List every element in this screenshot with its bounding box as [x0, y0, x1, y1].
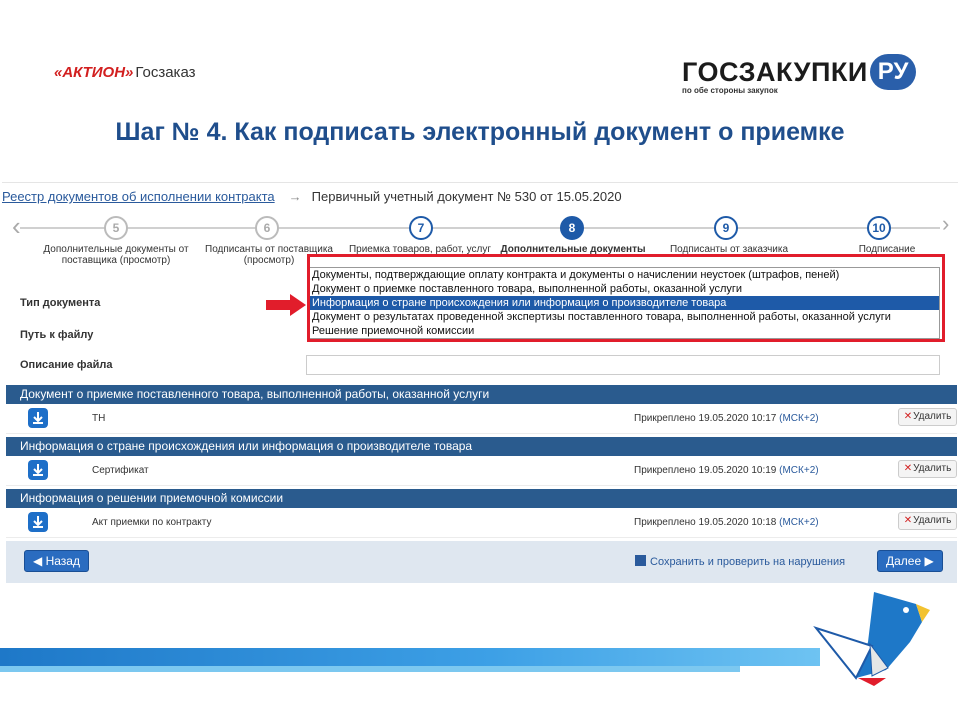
- red-pointer-arrow-icon: [266, 294, 306, 316]
- attached-date-text: Прикреплено 19.05.2020 10:17: [634, 413, 777, 424]
- logo-sub: Госзаказ: [135, 64, 196, 81]
- doc-type-label: Тип документа: [20, 297, 101, 309]
- back-button[interactable]: ◀ Назад: [24, 550, 89, 572]
- save-check-link[interactable]: Сохранить и проверить на нарушения: [635, 555, 845, 568]
- delete-label: Удалить: [913, 411, 952, 422]
- logo-tagline: по обе стороны закупок: [682, 86, 778, 95]
- arrow-right-icon: ▶: [924, 554, 934, 568]
- wizard-step-9[interactable]: 9: [714, 216, 738, 240]
- close-icon: ✕: [903, 515, 913, 526]
- download-icon[interactable]: [28, 408, 48, 428]
- timezone-link[interactable]: (МСК+2): [779, 517, 818, 528]
- file-name[interactable]: Акт приемки по контракту: [92, 517, 211, 528]
- footer-decor-band: [0, 648, 820, 666]
- file-name[interactable]: Сертификат: [92, 465, 149, 476]
- download-icon[interactable]: [28, 460, 48, 480]
- delete-label: Удалить: [913, 515, 952, 526]
- wizard-step-10[interactable]: 10: [867, 216, 891, 240]
- file-desc-label: Описание файла: [20, 359, 113, 371]
- aktion-goszakaz-logo: «АКТИОН» Госзаказ: [54, 64, 196, 81]
- section-header: Документ о приемке поставленного товара,…: [6, 385, 957, 404]
- goszakupki-logo: ГОСЗАКУПКИ РУ по обе стороны закупок: [682, 54, 917, 95]
- arrow-left-icon: ◀: [33, 554, 43, 568]
- attached-date: Прикреплено 19.05.2020 10:19 (МСК+2): [634, 465, 819, 476]
- close-icon: ✕: [903, 463, 913, 474]
- back-label: Назад: [45, 554, 80, 568]
- wizard-step-7[interactable]: 7: [409, 216, 433, 240]
- attached-file-row: ТН Прикреплено 19.05.2020 10:17 (МСК+2) …: [6, 404, 957, 434]
- footer-decor-band-secondary: [0, 666, 740, 672]
- delete-button[interactable]: ✕Удалить: [898, 408, 957, 426]
- eis-screenshot: Реестр документов об исполнении контракт…: [2, 182, 958, 588]
- timezone-link[interactable]: (МСК+2): [779, 413, 818, 424]
- file-desc-input[interactable]: [306, 355, 940, 375]
- breadcrumb-arrow-icon: →: [288, 189, 302, 204]
- section-header: Информация о решении приемочной комиссии: [6, 489, 957, 508]
- timezone-link[interactable]: (МСК+2): [779, 465, 818, 476]
- file-path-label: Путь к файлу: [20, 329, 94, 341]
- slide-title: Шаг № 4. Как подписать электронный докум…: [115, 118, 845, 146]
- chevron-left-icon[interactable]: ‹: [12, 213, 21, 239]
- wizard-progress-line: [20, 227, 940, 229]
- chevron-right-icon[interactable]: ›: [942, 213, 949, 235]
- breadcrumb-current: Первичный учетный документ № 530 от 15.0…: [311, 189, 622, 204]
- next-label: Далее: [886, 554, 922, 568]
- save-label: Сохранить и проверить на нарушения: [650, 556, 846, 568]
- file-name[interactable]: ТН: [92, 413, 105, 424]
- section-header: Информация о стране происхождения или ин…: [6, 437, 957, 456]
- attached-date-text: Прикреплено 19.05.2020 10:19: [634, 465, 777, 476]
- logo-word: ГОСЗАКУПКИ: [682, 56, 868, 87]
- wizard-step-5-label: Дополнительные документы от поставщика (…: [43, 244, 189, 266]
- bird-mascot-icon: [813, 592, 930, 686]
- wizard-step-5[interactable]: 5: [104, 216, 128, 240]
- close-icon: ✕: [903, 411, 913, 422]
- logo-ru-badge: РУ: [869, 54, 917, 90]
- attached-date: Прикреплено 19.05.2020 10:17 (МСК+2): [634, 413, 819, 424]
- save-disk-icon: [635, 555, 646, 566]
- attached-date: Прикреплено 19.05.2020 10:18 (МСК+2): [634, 517, 819, 528]
- attached-file-row: Акт приемки по контракту Прикреплено 19.…: [6, 508, 957, 538]
- delete-button[interactable]: ✕Удалить: [898, 460, 957, 478]
- attached-date-text: Прикреплено 19.05.2020 10:18: [634, 517, 777, 528]
- delete-label: Удалить: [913, 463, 952, 474]
- delete-button[interactable]: ✕Удалить: [898, 512, 957, 530]
- logo-brand: «АКТИОН»: [54, 64, 134, 81]
- attached-file-row: Сертификат Прикреплено 19.05.2020 10:19 …: [6, 456, 957, 486]
- breadcrumb-registry-link[interactable]: Реестр документов об исполнении контракт…: [2, 189, 275, 204]
- next-button[interactable]: Далее ▶: [877, 550, 943, 572]
- action-bar: ◀ Назад Сохранить и проверить на нарушен…: [6, 541, 957, 583]
- highlight-frame: [307, 254, 945, 342]
- wizard-step-8[interactable]: 8: [560, 216, 584, 240]
- download-icon[interactable]: [28, 512, 48, 532]
- breadcrumb: Реестр документов об исполнении контракт…: [2, 189, 622, 204]
- wizard-step-6[interactable]: 6: [255, 216, 279, 240]
